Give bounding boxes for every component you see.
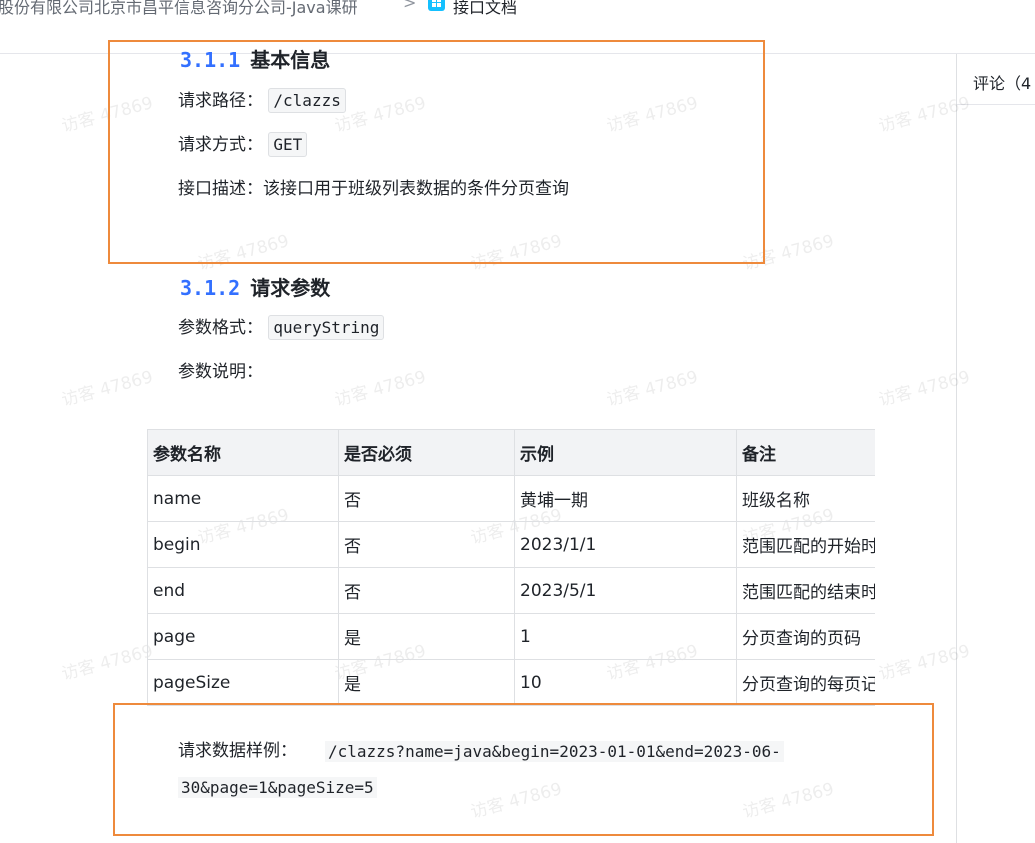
table-cell: 是 xyxy=(338,659,515,706)
table-cell: 否 xyxy=(338,475,515,522)
watermark: 访客 47869 xyxy=(468,231,565,275)
breadcrumb-current[interactable]: 接口文档 xyxy=(453,0,517,18)
table-cell: 黄埔一期 xyxy=(514,475,737,522)
request-example-code-line2: 30&page=1&pageSize=5 xyxy=(178,777,377,798)
doc-icon xyxy=(428,0,445,11)
table-row: pageSize 是 10 分页查询的每页记录数 xyxy=(147,659,875,706)
api-description-label: 接口描述： xyxy=(178,179,263,199)
table-cell: 否 xyxy=(338,521,515,568)
table-cell: 分页查询的每页记录数 xyxy=(736,659,875,706)
table-cell: pageSize xyxy=(147,659,339,706)
watermark: 访客 47869 xyxy=(604,367,701,411)
heading-title: 请求参数 xyxy=(250,276,331,300)
request-example-label: 请求数据样例： xyxy=(178,741,297,761)
request-method-label: 请求方式： xyxy=(178,135,263,155)
table-header-cell: 备注 xyxy=(736,429,875,476)
param-format-label: 参数格式： xyxy=(178,318,263,338)
table-cell: 范围匹配的开始时间 xyxy=(736,521,875,568)
table-header-cell: 示例 xyxy=(514,429,737,476)
table-cell: 范围匹配的结束时间 xyxy=(736,567,875,614)
table-cell: 2023/1/1 xyxy=(514,521,737,568)
heading-request-params: 3.1.2 请求参数 xyxy=(180,272,330,301)
watermark: 访客 47869 xyxy=(468,779,565,823)
api-description-text: 该接口用于班级列表数据的条件分页查询 xyxy=(263,179,569,199)
comments-tab[interactable]: 评论（4 xyxy=(973,70,1031,94)
param-format-line: 参数格式： queryString xyxy=(178,315,385,341)
table-cell: 2023/5/1 xyxy=(514,567,737,614)
comment-panel: 评论（4 xyxy=(956,54,1035,843)
heading-number: 3.1.2 xyxy=(180,276,241,300)
table-cell: end xyxy=(147,567,339,614)
watermark: 访客 47869 xyxy=(332,367,429,411)
watermark: 访客 47869 xyxy=(59,93,156,137)
request-path-line: 请求路径： /clazzs xyxy=(178,88,346,114)
table-header-cell: 是否必须 xyxy=(338,429,515,476)
watermark: 访客 47869 xyxy=(59,367,156,411)
watermark: 访客 47869 xyxy=(332,93,429,137)
table-row: name 否 黄埔一期 班级名称 xyxy=(147,475,875,522)
heading-number: 3.1.1 xyxy=(180,48,241,72)
watermark: 访客 47869 xyxy=(195,231,292,275)
table-header-cell: 参数名称 xyxy=(147,429,339,476)
request-example-line: 请求数据样例： xyxy=(178,738,297,764)
table-cell: 否 xyxy=(338,567,515,614)
watermark: 访客 47869 xyxy=(59,641,156,685)
highlight-box-request-example xyxy=(113,703,934,836)
table-cell: 1 xyxy=(514,613,737,660)
param-explain-label: 参数说明： xyxy=(178,362,263,382)
table-header-row: 参数名称 是否必须 示例 备注 xyxy=(147,429,875,476)
param-format-code: queryString xyxy=(268,315,385,340)
param-table-container: 参数名称 是否必须 示例 备注 name 否 黄埔一期 班级名称 begin 否… xyxy=(147,429,875,707)
table-cell: 10 xyxy=(514,659,737,706)
request-path-label: 请求路径： xyxy=(178,91,263,111)
request-method-line: 请求方式： GET xyxy=(178,132,308,158)
api-description-line: 接口描述：该接口用于班级列表数据的条件分页查询 xyxy=(178,176,569,202)
table-row: end 否 2023/5/1 范围匹配的结束时间 xyxy=(147,567,875,614)
table-row: page 是 1 分页查询的页码 xyxy=(147,613,875,660)
request-example-code-line1: /clazzs?name=java&begin=2023-01-01&end=2… xyxy=(325,741,784,762)
table-cell: begin xyxy=(147,521,339,568)
watermark: 访客 47869 xyxy=(604,93,701,137)
watermark: 访客 47869 xyxy=(740,779,837,823)
top-bar: 股份有限公司北京市昌平信息咨询分公司-Java课研 > 接口文档 xyxy=(0,0,1035,54)
table-cell: name xyxy=(147,475,339,522)
heading-title: 基本信息 xyxy=(250,48,331,72)
table-cell: 班级名称 xyxy=(736,475,875,522)
breadcrumb-parent[interactable]: 股份有限公司北京市昌平信息咨询分公司-Java课研 xyxy=(0,0,358,18)
heading-basic-info: 3.1.1 基本信息 xyxy=(180,44,330,73)
table-row: begin 否 2023/1/1 范围匹配的开始时间 xyxy=(147,521,875,568)
request-path-code: /clazzs xyxy=(268,88,346,113)
table-cell: 是 xyxy=(338,613,515,660)
panel-divider xyxy=(957,104,1035,105)
request-method-code: GET xyxy=(268,132,308,157)
table-cell: page xyxy=(147,613,339,660)
breadcrumb-separator: > xyxy=(403,0,417,12)
table-cell: 分页查询的页码 xyxy=(736,613,875,660)
param-table: 参数名称 是否必须 示例 备注 name 否 黄埔一期 班级名称 begin 否… xyxy=(147,429,875,706)
param-explain-line: 参数说明： xyxy=(178,359,263,385)
watermark: 访客 47869 xyxy=(740,231,837,275)
